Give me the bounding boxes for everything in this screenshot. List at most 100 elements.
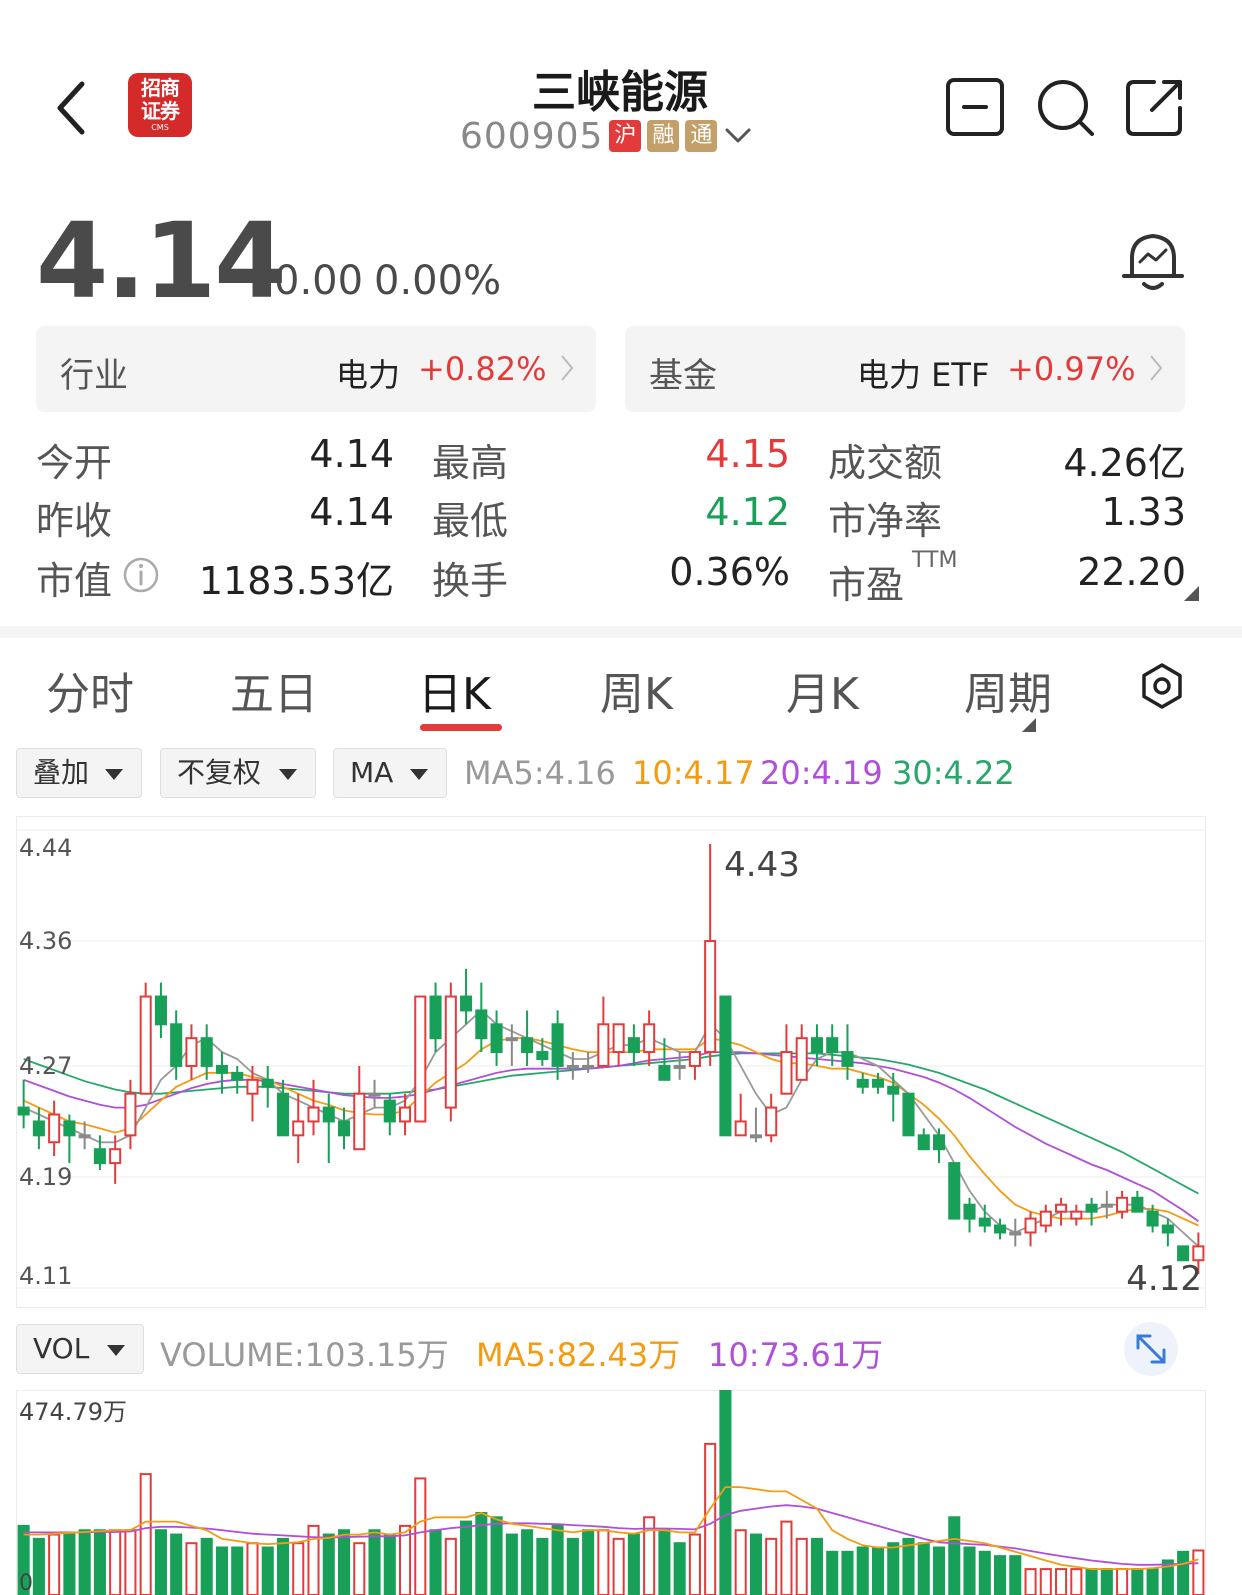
- candle: [978, 1204, 991, 1233]
- tab-five-day[interactable]: 五日: [230, 658, 318, 722]
- candle-body: [200, 1037, 213, 1067]
- tab-monthly-k[interactable]: 月K: [786, 658, 859, 722]
- candle-body: [795, 1037, 808, 1081]
- candle-body: [948, 1162, 961, 1220]
- gear-icon: [1142, 663, 1182, 709]
- candle-body: [109, 1148, 122, 1165]
- candle-body: [353, 1092, 366, 1151]
- volume-bar: [1070, 1568, 1083, 1595]
- market-cap-value: 1183.53亿: [198, 559, 394, 603]
- stock-code-row[interactable]: 600905 沪 融 通: [460, 114, 755, 158]
- expand-corner-icon[interactable]: [1184, 586, 1199, 601]
- candle: [490, 1010, 503, 1066]
- candle: [719, 995, 732, 1137]
- candle-body: [658, 1064, 671, 1081]
- kline-ma-lines: [23, 1009, 1200, 1248]
- ma30-line: [23, 1052, 1199, 1195]
- volume-bar: [978, 1550, 991, 1595]
- candle: [963, 1197, 976, 1233]
- volume-bar: [1100, 1568, 1113, 1595]
- candle-body: [1131, 1196, 1144, 1213]
- volume-bar: [1039, 1568, 1052, 1595]
- search-button[interactable]: [1034, 76, 1096, 138]
- volume-bar: [292, 1542, 305, 1595]
- tab-period[interactable]: 周期: [964, 658, 1052, 722]
- volume-bar: [765, 1537, 778, 1595]
- overlay-dropdown[interactable]: 叠加: [16, 748, 142, 798]
- candle-body: [643, 1023, 656, 1054]
- volume-bar: [749, 1533, 762, 1595]
- y-tick-label: 4.19: [19, 1163, 72, 1191]
- stock-code: 600905: [460, 115, 604, 157]
- candle-body: [856, 1078, 869, 1088]
- volume-bar: [887, 1542, 900, 1595]
- volume-bar: [521, 1529, 534, 1595]
- volume-bar: [124, 1529, 137, 1595]
- volume-bar: [78, 1529, 91, 1595]
- y-tick-label: 4.36: [19, 927, 72, 955]
- volume-bar: [566, 1537, 579, 1595]
- tab-daily-k[interactable]: 日K: [418, 658, 491, 722]
- volume-bar: [1131, 1568, 1144, 1595]
- fund-card[interactable]: 基金 电力 ETF +0.97%: [625, 326, 1185, 412]
- indicator-dropdown[interactable]: MA: [333, 748, 447, 798]
- candle-body: [1009, 1231, 1022, 1236]
- candle: [795, 1024, 808, 1081]
- candle: [185, 1024, 198, 1080]
- candle-body: [139, 995, 152, 1095]
- volume-bar: [460, 1520, 473, 1595]
- volume-bar: [383, 1533, 396, 1595]
- caret-down-icon: [410, 769, 428, 780]
- candle-body: [612, 1023, 625, 1054]
- candle-body: [460, 995, 473, 1012]
- minimize-button[interactable]: [944, 76, 1006, 138]
- adjust-dropdown[interactable]: 不复权: [160, 748, 316, 798]
- candle: [704, 843, 717, 1066]
- chart-settings-button[interactable]: [1138, 662, 1186, 710]
- volume-bar: [810, 1537, 823, 1595]
- volume-bar: [1146, 1568, 1159, 1595]
- candle: [1024, 1211, 1037, 1247]
- candle: [429, 982, 442, 1053]
- candle: [63, 1114, 76, 1164]
- vol-max-label: 474.79万: [19, 1398, 127, 1426]
- candle: [399, 1093, 412, 1136]
- candle: [566, 1052, 579, 1080]
- tab-weekly-k[interactable]: 周K: [600, 658, 673, 722]
- volume-bar: [780, 1520, 793, 1595]
- pe-value: 22.20: [1077, 550, 1186, 594]
- volume-bar: [994, 1555, 1007, 1595]
- vol-min-label: 0: [19, 1571, 33, 1595]
- volume-bar: [551, 1524, 564, 1595]
- volume-bar: [170, 1533, 183, 1595]
- candle-body: [1085, 1203, 1098, 1213]
- volume-chart[interactable]: 474.79万 0: [16, 1390, 1206, 1595]
- candle-body: [734, 1120, 747, 1137]
- price-alert-button[interactable]: [1120, 226, 1186, 296]
- candle: [353, 1065, 366, 1151]
- volume-bar: [444, 1537, 457, 1595]
- candle-body: [246, 1078, 259, 1095]
- share-button[interactable]: [1124, 76, 1186, 138]
- candle: [932, 1128, 946, 1164]
- candle-body: [337, 1120, 351, 1137]
- candle-body: [780, 1051, 793, 1095]
- info-button[interactable]: [122, 556, 160, 594]
- candle: [749, 1107, 762, 1143]
- prev-close-value: 4.14: [309, 490, 394, 534]
- market-cap-label: 市值: [36, 559, 113, 603]
- candle: [368, 1079, 381, 1108]
- fullscreen-button[interactable]: [1124, 1322, 1178, 1376]
- back-button[interactable]: [48, 78, 108, 138]
- kline-chart[interactable]: 4.44 4.36 4.27 4.19 4.11 4.43 4.12: [16, 816, 1206, 1308]
- candle-body: [1070, 1210, 1083, 1220]
- volume-bar: [902, 1537, 915, 1595]
- volume-bar: [337, 1529, 351, 1595]
- overlay-label: 叠加: [33, 756, 90, 789]
- candle-body: [32, 1120, 45, 1137]
- tab-intraday[interactable]: 分时: [46, 658, 134, 722]
- candle-body: [231, 1071, 244, 1081]
- industry-card[interactable]: 行业 电力 +0.82%: [36, 326, 596, 412]
- candle: [444, 982, 457, 1122]
- vol-indicator-dropdown[interactable]: VOL: [16, 1324, 144, 1374]
